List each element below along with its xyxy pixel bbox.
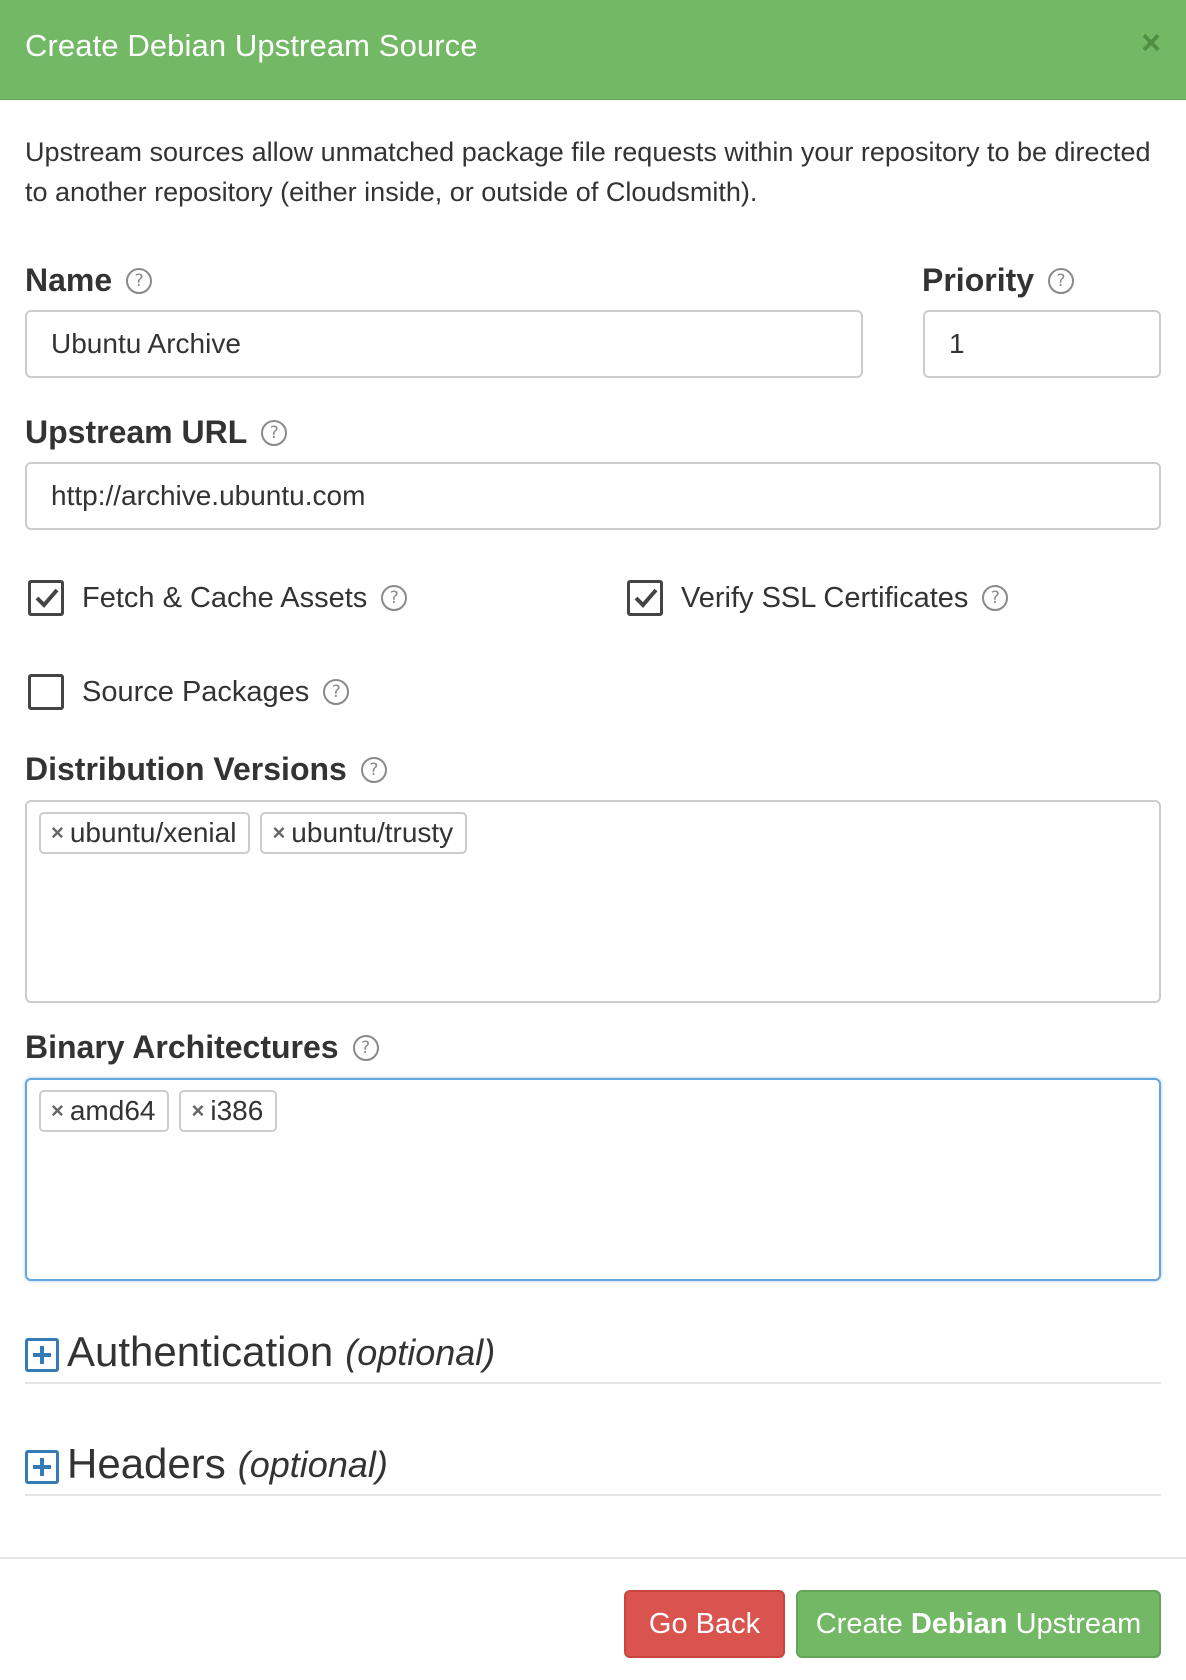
distribution-versions-input[interactable]: × ubuntu/xenial × ubuntu/trusty: [25, 800, 1161, 1003]
optional-label: (optional): [345, 1332, 496, 1373]
name-input[interactable]: Ubuntu Archive: [25, 310, 863, 378]
help-icon[interactable]: ?: [126, 267, 153, 294]
checkmark-icon: [634, 588, 658, 608]
verify-ssl-checkbox[interactable]: [627, 580, 663, 616]
priority-input[interactable]: 1: [923, 310, 1161, 378]
checkmark-icon: [35, 588, 59, 608]
help-icon[interactable]: ?: [352, 1034, 379, 1061]
upstream-url-input[interactable]: http://archive.ubuntu.com: [25, 462, 1161, 530]
verify-ssl-option[interactable]: Verify SSL Certificates ?: [627, 580, 1009, 616]
name-label-text: Name: [25, 262, 113, 298]
authentication-title: Authentication: [67, 1328, 334, 1375]
intro-text: Upstream sources allow unmatched package…: [25, 137, 1151, 207]
headers-section[interactable]: Headers (optional): [25, 1434, 1161, 1496]
tag-label: ubuntu/xenial: [69, 817, 237, 848]
name-label: Name ?: [25, 262, 153, 299]
go-back-button[interactable]: Go Back: [624, 1590, 785, 1658]
binary-architectures-label-text: Binary Architectures: [25, 1029, 339, 1065]
tag: × amd64: [39, 1090, 170, 1132]
help-icon[interactable]: ?: [323, 679, 350, 705]
optional-label: (optional): [237, 1444, 388, 1485]
priority-label: Priority ?: [922, 262, 1075, 299]
fetch-cache-option[interactable]: Fetch & Cache Assets ?: [28, 580, 408, 616]
tag-label: amd64: [69, 1095, 156, 1126]
fetch-cache-label: Fetch & Cache Assets: [82, 581, 368, 614]
tag-label: ubuntu/trusty: [291, 817, 454, 848]
help-icon[interactable]: ?: [381, 585, 408, 611]
help-icon[interactable]: ?: [982, 585, 1009, 611]
expand-plus-icon[interactable]: [25, 1338, 59, 1372]
distribution-versions-label: Distribution Versions ?: [25, 751, 387, 788]
headers-title: Headers: [67, 1440, 226, 1487]
modal-title: Create Debian Upstream Source: [25, 28, 478, 63]
create-button-prefix: Create: [815, 1608, 903, 1640]
tag: × ubuntu/xenial: [39, 812, 251, 854]
create-button-bold: Debian: [910, 1608, 1008, 1640]
upstream-url-label-text: Upstream URL: [25, 414, 248, 450]
close-icon[interactable]: ×: [1141, 26, 1161, 60]
priority-label-text: Priority: [922, 262, 1035, 298]
binary-architectures-label: Binary Architectures ?: [25, 1029, 379, 1066]
help-icon[interactable]: ?: [360, 756, 387, 783]
tag-label: i386: [210, 1095, 264, 1126]
authentication-section[interactable]: Authentication (optional): [25, 1322, 1161, 1384]
remove-tag-icon[interactable]: ×: [191, 1098, 204, 1124]
source-packages-checkbox[interactable]: [28, 674, 64, 710]
help-icon[interactable]: ?: [261, 419, 288, 446]
upstream-url-label: Upstream URL ?: [25, 414, 288, 451]
create-button-suffix: Upstream: [1015, 1608, 1142, 1640]
fetch-cache-checkbox[interactable]: [28, 580, 64, 616]
remove-tag-icon[interactable]: ×: [272, 820, 285, 846]
binary-architectures-input[interactable]: × amd64 × i386: [25, 1078, 1161, 1281]
source-packages-option[interactable]: Source Packages ?: [28, 674, 350, 710]
remove-tag-icon[interactable]: ×: [51, 1098, 64, 1124]
distribution-versions-label-text: Distribution Versions: [25, 751, 347, 787]
modal-header: Create Debian Upstream Source ×: [0, 0, 1186, 100]
footer-divider: [0, 1557, 1186, 1559]
create-upstream-button[interactable]: Create Debian Upstream: [796, 1590, 1161, 1658]
tag: × i386: [179, 1090, 278, 1132]
tag: × ubuntu/trusty: [260, 812, 468, 854]
expand-plus-icon[interactable]: [25, 1450, 59, 1484]
remove-tag-icon[interactable]: ×: [51, 820, 64, 846]
help-icon[interactable]: ?: [1048, 267, 1075, 294]
verify-ssl-label: Verify SSL Certificates: [681, 581, 969, 614]
source-packages-label: Source Packages: [82, 675, 310, 708]
